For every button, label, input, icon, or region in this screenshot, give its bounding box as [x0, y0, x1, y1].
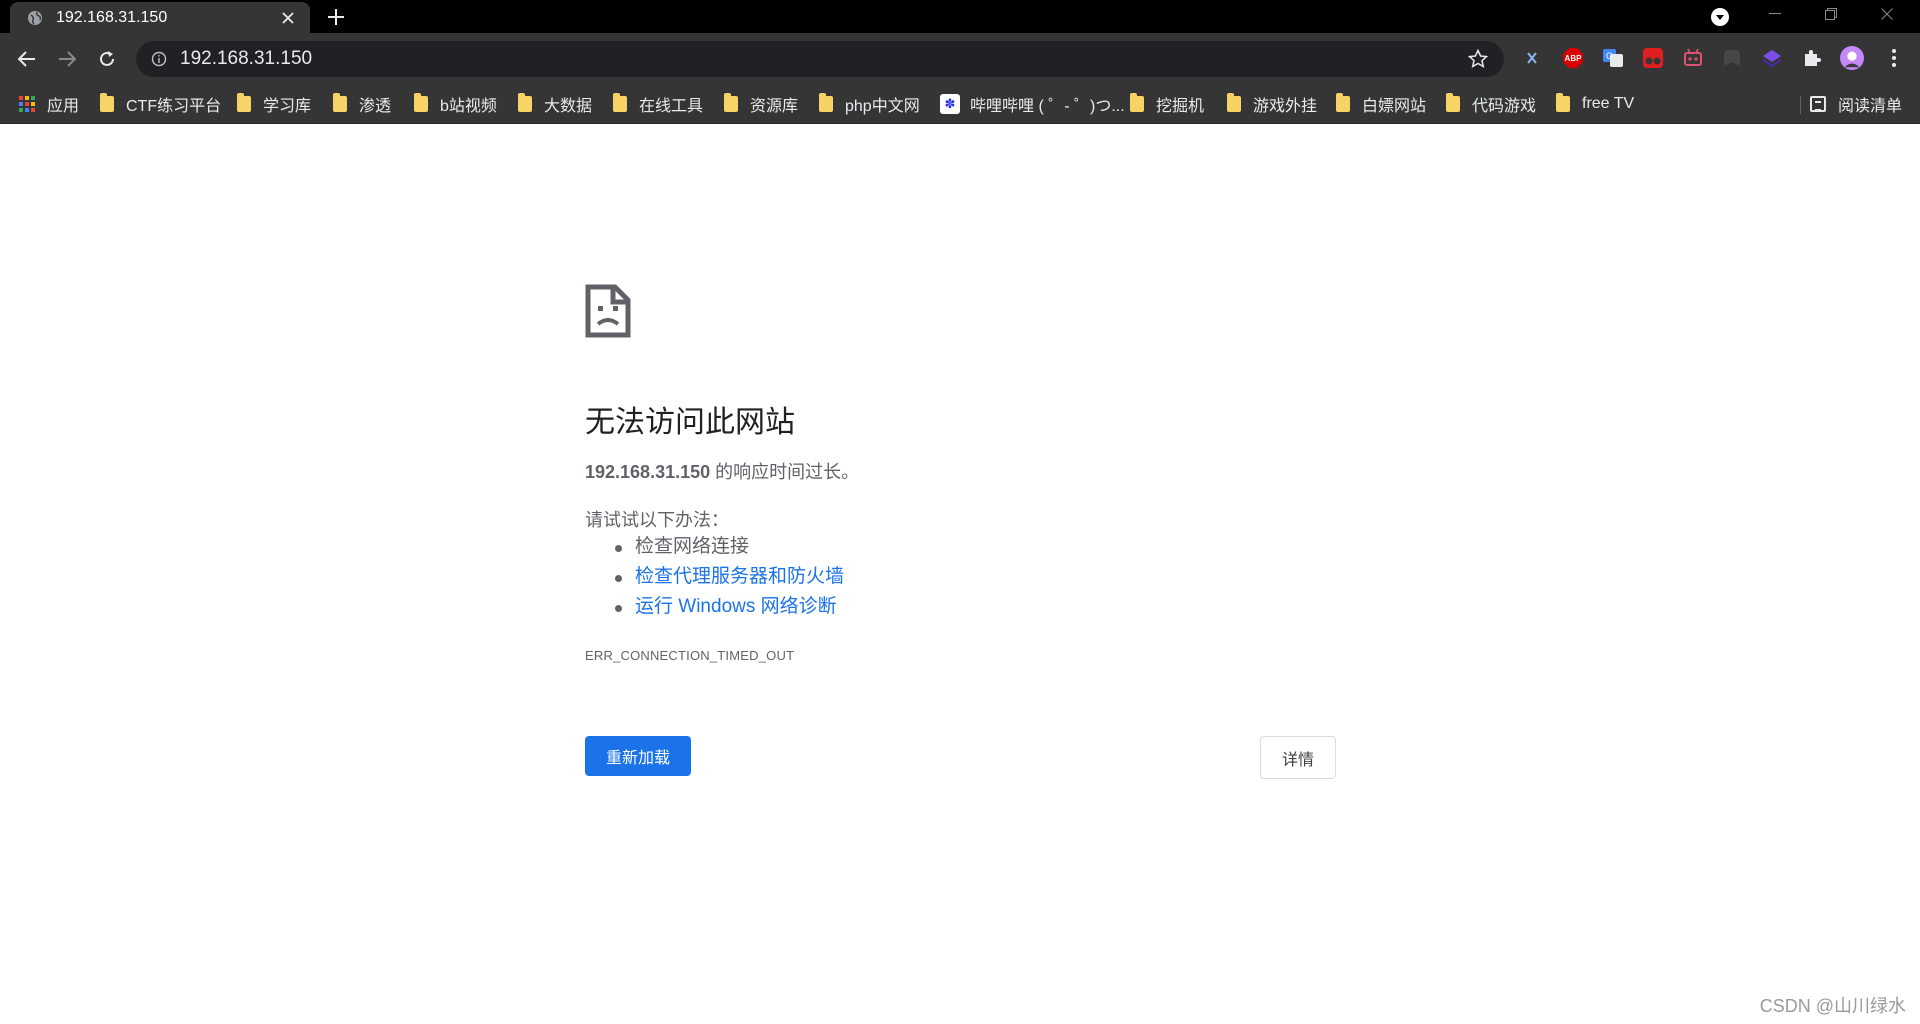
bookmark-folder[interactable]: free TV — [1556, 93, 1634, 115]
minimize-button[interactable] — [1747, 0, 1803, 28]
bookmark-folder[interactable]: CTF练习平台 — [100, 93, 221, 115]
bookmark-folder[interactable]: php中文网 — [819, 93, 920, 115]
baidu-paw-icon: ✽ — [940, 94, 960, 114]
bookmark-label: 学习库 — [263, 98, 312, 115]
info-icon[interactable] — [150, 50, 168, 68]
toolbar: 192.168.31.150 ABP G — [0, 33, 1920, 84]
folder-icon — [819, 93, 833, 112]
bookmark-folder[interactable]: 渗透 — [333, 93, 391, 115]
folder-icon — [1556, 93, 1570, 112]
extension-x-icon[interactable] — [1520, 46, 1544, 70]
adblock-plus-icon[interactable]: ABP — [1561, 46, 1585, 70]
abp-label: ABP — [1564, 53, 1582, 63]
suggestion-run-diagnostics-link[interactable]: 运行 Windows 网络诊断 — [585, 592, 844, 622]
extension-robot-icon[interactable] — [1681, 46, 1705, 70]
reading-list-label: 阅读清单 — [1837, 98, 1902, 115]
details-button[interactable]: 详情 — [1260, 736, 1336, 779]
bookmark-folder[interactable]: 代码游戏 — [1446, 93, 1536, 115]
bookmark-label: 应用 — [47, 98, 80, 115]
bookmarks-bar: 应用 CTF练习平台 学习库 渗透 b站视频 大数据 在线工具 资源库 php中… — [0, 84, 1920, 124]
suggestion-check-proxy-link[interactable]: 检查代理服务器和防火墙 — [585, 562, 844, 592]
avatar[interactable] — [1840, 46, 1864, 70]
close-icon[interactable] — [278, 8, 298, 28]
bookmark-folder[interactable]: 白嫖网站 — [1336, 93, 1426, 115]
suggestion-check-network: 检查网络连接 — [585, 532, 844, 562]
bookmark-baidu[interactable]: ✽ 哔哩哔哩 ( ゜- ゜)つ... — [940, 93, 1125, 115]
bookmark-apps[interactable]: 应用 — [19, 93, 79, 115]
reading-list-button[interactable]: 阅读清单 — [1809, 93, 1902, 115]
back-button[interactable] — [12, 44, 42, 74]
sad-page-icon — [585, 284, 631, 343]
bookmark-label: CTF练习平台 — [126, 98, 222, 115]
bookmark-folder[interactable]: 资源库 — [724, 93, 798, 115]
extensions-puzzle-icon[interactable] — [1800, 46, 1824, 70]
tab-title: 192.168.31.150 — [56, 8, 168, 26]
folder-icon — [414, 93, 428, 112]
tab-search-icon[interactable] — [1708, 5, 1732, 29]
host-name: 192.168.31.150 — [585, 462, 711, 482]
folder-icon — [1446, 93, 1460, 112]
google-translate-icon[interactable]: G — [1601, 46, 1625, 70]
browser-tab[interactable]: 192.168.31.150 — [10, 2, 310, 33]
reading-list-icon — [1809, 96, 1826, 112]
reload-button[interactable]: 重新加载 — [585, 736, 691, 776]
bookmark-label: 白嫖网站 — [1362, 98, 1427, 115]
watermark: CSDN @山川绿水 — [1759, 996, 1906, 1016]
bookmark-label: 挖掘机 — [1156, 98, 1205, 115]
bookmark-label: 渗透 — [359, 98, 392, 115]
bookmark-folder[interactable]: b站视频 — [414, 93, 497, 115]
folder-icon — [1227, 93, 1241, 112]
bookmark-label: php中文网 — [845, 98, 920, 115]
bookmark-label: 代码游戏 — [1472, 98, 1537, 115]
bookmark-folder[interactable]: 学习库 — [237, 93, 311, 115]
forward-button[interactable] — [52, 44, 82, 74]
bookmark-label: 在线工具 — [639, 98, 704, 115]
window-close-button[interactable] — [1859, 0, 1915, 28]
bookmark-folder[interactable]: 在线工具 — [613, 93, 703, 115]
bookmark-folder[interactable]: 挖掘机 — [1130, 93, 1204, 115]
extension-dark-icon[interactable] — [1720, 46, 1744, 70]
folder-icon — [613, 93, 627, 112]
apps-grid-icon — [19, 96, 35, 112]
url-text[interactable]: 192.168.31.150 — [180, 48, 1466, 70]
bookmark-star-icon[interactable] — [1466, 47, 1490, 71]
more-menu-icon[interactable] — [1882, 46, 1906, 70]
bookmark-label: 游戏外挂 — [1253, 98, 1318, 115]
page-content: 无法访问此网站 192.168.31.150 的响应时间过长。 请试试以下办法：… — [0, 124, 1920, 1024]
tab-strip: 192.168.31.150 — [0, 0, 1920, 33]
bookmark-label: free TV — [1582, 95, 1635, 112]
globe-icon — [26, 9, 44, 27]
suggestions-heading: 请试试以下办法： — [585, 510, 729, 530]
folder-icon — [237, 93, 251, 112]
bookmark-label: 资源库 — [750, 98, 799, 115]
bookmark-label: 大数据 — [544, 98, 593, 115]
extension-layers-icon[interactable] — [1760, 46, 1784, 70]
bookmark-label: b站视频 — [440, 98, 497, 115]
folder-icon — [100, 93, 114, 112]
page-title: 无法访问此网站 — [585, 406, 795, 439]
address-bar[interactable]: 192.168.31.150 — [136, 41, 1504, 77]
error-summary: 192.168.31.150 的响应时间过长。 — [585, 458, 859, 484]
tampermonkey-icon[interactable] — [1641, 46, 1665, 70]
summary-text: 的响应时间过长。 — [710, 462, 860, 482]
folder-icon — [1336, 93, 1350, 112]
bookmarks-divider — [1800, 96, 1801, 114]
folder-icon — [518, 93, 532, 112]
svg-text:G: G — [1606, 51, 1613, 61]
reload-icon[interactable] — [92, 44, 122, 74]
folder-icon — [1130, 93, 1144, 112]
folder-icon — [724, 93, 738, 112]
new-tab-button[interactable] — [322, 3, 350, 31]
restore-button[interactable] — [1803, 0, 1859, 28]
error-code: ERR_CONNECTION_TIMED_OUT — [585, 648, 795, 663]
bookmark-folder[interactable]: 大数据 — [518, 93, 592, 115]
suggestions-list: 检查网络连接 检查代理服务器和防火墙 运行 Windows 网络诊断 — [585, 532, 844, 622]
folder-icon — [333, 93, 347, 112]
bookmark-folder[interactable]: 游戏外挂 — [1227, 93, 1317, 115]
bookmark-label: 哔哩哔哩 ( ゜- ゜)つ... — [970, 98, 1125, 115]
